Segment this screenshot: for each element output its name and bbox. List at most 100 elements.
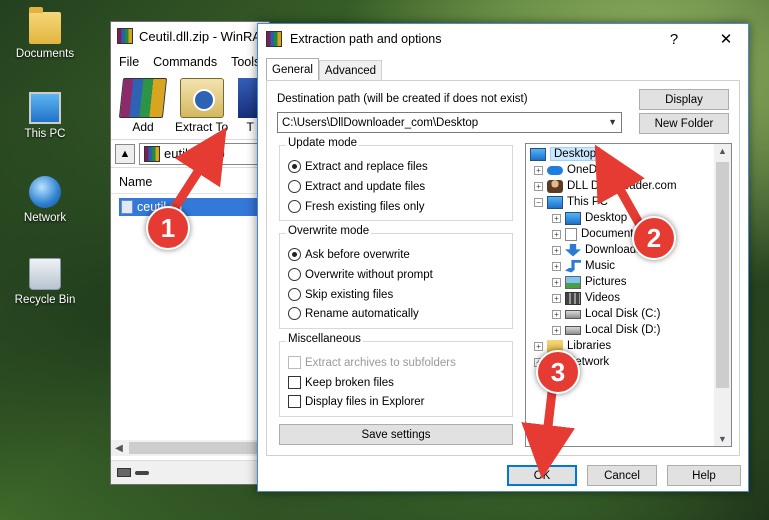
tree-item-libraries[interactable]: + Libraries	[534, 338, 611, 354]
checkbox-icon[interactable]	[288, 376, 301, 389]
chevron-down-icon[interactable]: ▼	[608, 117, 617, 127]
up-folder-button[interactable]: ▲	[115, 143, 135, 164]
expand-icon[interactable]: +	[552, 245, 561, 255]
expand-icon[interactable]: +	[552, 309, 561, 319]
extract-subfolders-checkbox[interactable]: Extract archives to subfolders	[288, 356, 456, 369]
expand-icon[interactable]: +	[552, 277, 561, 287]
skip-existing-radio[interactable]: Skip existing files	[288, 288, 393, 301]
this-pc-icon	[547, 195, 563, 209]
music-icon	[565, 259, 581, 273]
tree-item-music[interactable]: + Music	[552, 258, 615, 274]
archive-path-box[interactable]: eutil.dll.zip	[139, 142, 265, 165]
help-button[interactable]: Help	[667, 465, 741, 486]
collapse-icon[interactable]: −	[534, 197, 543, 207]
scroll-thumb[interactable]	[129, 442, 267, 454]
tree-scrollbar[interactable]: ▲ ▼	[714, 144, 731, 446]
user-icon	[547, 179, 563, 193]
expand-icon[interactable]: +	[552, 261, 561, 271]
destination-path-input[interactable]: C:\Users\DllDownloader_com\Desktop ▼	[277, 112, 622, 133]
checkbox-icon[interactable]	[288, 395, 301, 408]
radio-icon[interactable]	[288, 248, 301, 261]
ok-button[interactable]: OK	[507, 465, 577, 486]
display-in-explorer-checkbox[interactable]: Display files in Explorer	[288, 395, 425, 408]
checkbox-icon[interactable]	[288, 356, 301, 369]
tree-item-onedrive[interactable]: + OneDrive	[534, 162, 616, 178]
destination-label: Destination path (will be created if doe…	[277, 93, 528, 105]
miscellaneous-group: Miscellaneous Extract archives to subfol…	[279, 333, 513, 417]
menu-tools[interactable]: Tools	[231, 55, 260, 69]
key-icon[interactable]	[135, 470, 149, 475]
desktop-documents[interactable]: Documents	[0, 7, 90, 60]
radio-icon[interactable]	[288, 288, 301, 301]
overwrite-without-prompt-radio[interactable]: Overwrite without prompt	[288, 268, 433, 281]
scroll-down-icon[interactable]: ▼	[714, 434, 731, 444]
ask-before-overwrite-radio[interactable]: Ask before overwrite	[288, 248, 410, 261]
cancel-button[interactable]: Cancel	[587, 465, 657, 486]
radio-icon[interactable]	[288, 268, 301, 281]
column-name-label: Name	[119, 174, 153, 189]
winrar-title: Ceutil.dll.zip - WinRA	[139, 28, 262, 44]
tree-item-pc-desktop[interactable]: + Desktop	[552, 210, 627, 226]
scroll-left-icon[interactable]: ◀	[111, 443, 127, 454]
drive-icon[interactable]	[117, 468, 131, 477]
expand-icon[interactable]: +	[534, 341, 543, 351]
extract-replace-radio[interactable]: Extract and replace files	[288, 160, 428, 173]
tree-item-user[interactable]: + DLL Downloader.com	[534, 178, 677, 194]
tree-item-local-disk-d[interactable]: + Local Disk (D:)	[552, 322, 660, 338]
tree-item-videos[interactable]: + Videos	[552, 290, 620, 306]
expand-icon[interactable]: +	[552, 229, 561, 239]
help-icon[interactable]: ?	[652, 31, 696, 48]
tab-general[interactable]: General	[266, 58, 319, 80]
expand-icon[interactable]: +	[552, 325, 561, 335]
tree-item-desktop[interactable]: Desktop	[530, 146, 601, 162]
update-mode-group: Update mode Extract and replace files Ex…	[279, 137, 513, 221]
tree-item-this-pc[interactable]: − This PC	[534, 194, 608, 210]
close-icon[interactable]: ✕	[704, 30, 748, 48]
file-row[interactable]: ceutil.dll	[119, 198, 269, 216]
tree-label: Desktop	[585, 212, 628, 224]
tree-item-documents[interactable]: + Documents	[552, 226, 639, 242]
dll-file-icon	[121, 200, 133, 214]
tab-advanced[interactable]: Advanced	[318, 60, 383, 80]
menu-file[interactable]: File	[119, 55, 139, 69]
recycle-bin-icon	[29, 258, 61, 290]
winrar-titlebar[interactable]: Ceutil.dll.zip - WinRA	[111, 22, 269, 50]
extract-to-button[interactable]: Extract To	[175, 78, 228, 139]
radio-icon[interactable]	[288, 307, 301, 320]
option-label: Overwrite without prompt	[305, 268, 433, 281]
tree-item-local-disk-c[interactable]: + Local Disk (C:)	[552, 306, 660, 322]
expand-icon[interactable]: +	[534, 181, 543, 191]
expand-icon[interactable]: +	[552, 293, 561, 303]
save-settings-button[interactable]: Save settings	[279, 424, 513, 445]
radio-icon[interactable]	[288, 200, 301, 213]
fresh-existing-radio[interactable]: Fresh existing files only	[288, 200, 425, 213]
tree-label: Pictures	[585, 276, 627, 288]
general-panel: Destination path (will be created if doe…	[266, 80, 740, 456]
display-button[interactable]: Display	[639, 89, 729, 110]
add-button[interactable]: Add	[118, 78, 168, 139]
tree-label: Local Disk (D:)	[585, 324, 661, 336]
horizontal-scrollbar[interactable]: ◀	[111, 440, 269, 456]
tree-item-pictures[interactable]: + Pictures	[552, 274, 627, 290]
radio-icon[interactable]	[288, 180, 301, 193]
dialog-titlebar[interactable]: Extraction path and options ? ✕	[258, 24, 748, 54]
pictures-icon	[565, 275, 581, 289]
column-name-header[interactable]: Name	[111, 170, 269, 194]
tree-item-downloads[interactable]: + Downloads	[552, 242, 642, 258]
keep-broken-files-checkbox[interactable]: Keep broken files	[288, 376, 394, 389]
new-folder-button[interactable]: New Folder	[639, 113, 729, 134]
tree-label: This PC	[567, 196, 608, 208]
menu-commands[interactable]: Commands	[153, 55, 217, 69]
desktop-recycle-bin[interactable]: Recycle Bin	[0, 258, 90, 306]
rename-automatically-radio[interactable]: Rename automatically	[288, 307, 419, 320]
desktop-this-pc[interactable]: This PC	[0, 92, 90, 140]
extract-update-radio[interactable]: Extract and update files	[288, 180, 425, 193]
desktop-network[interactable]: Network	[0, 176, 90, 224]
folder-tree[interactable]: Desktop + OneDrive + DLL Downloader.com …	[525, 143, 732, 447]
expand-icon[interactable]: +	[534, 165, 543, 175]
expand-icon[interactable]: +	[552, 213, 561, 223]
desktop-icon	[530, 147, 546, 161]
radio-icon[interactable]	[288, 160, 301, 173]
scroll-thumb[interactable]	[716, 162, 729, 388]
scroll-up-icon[interactable]: ▲	[714, 146, 731, 156]
